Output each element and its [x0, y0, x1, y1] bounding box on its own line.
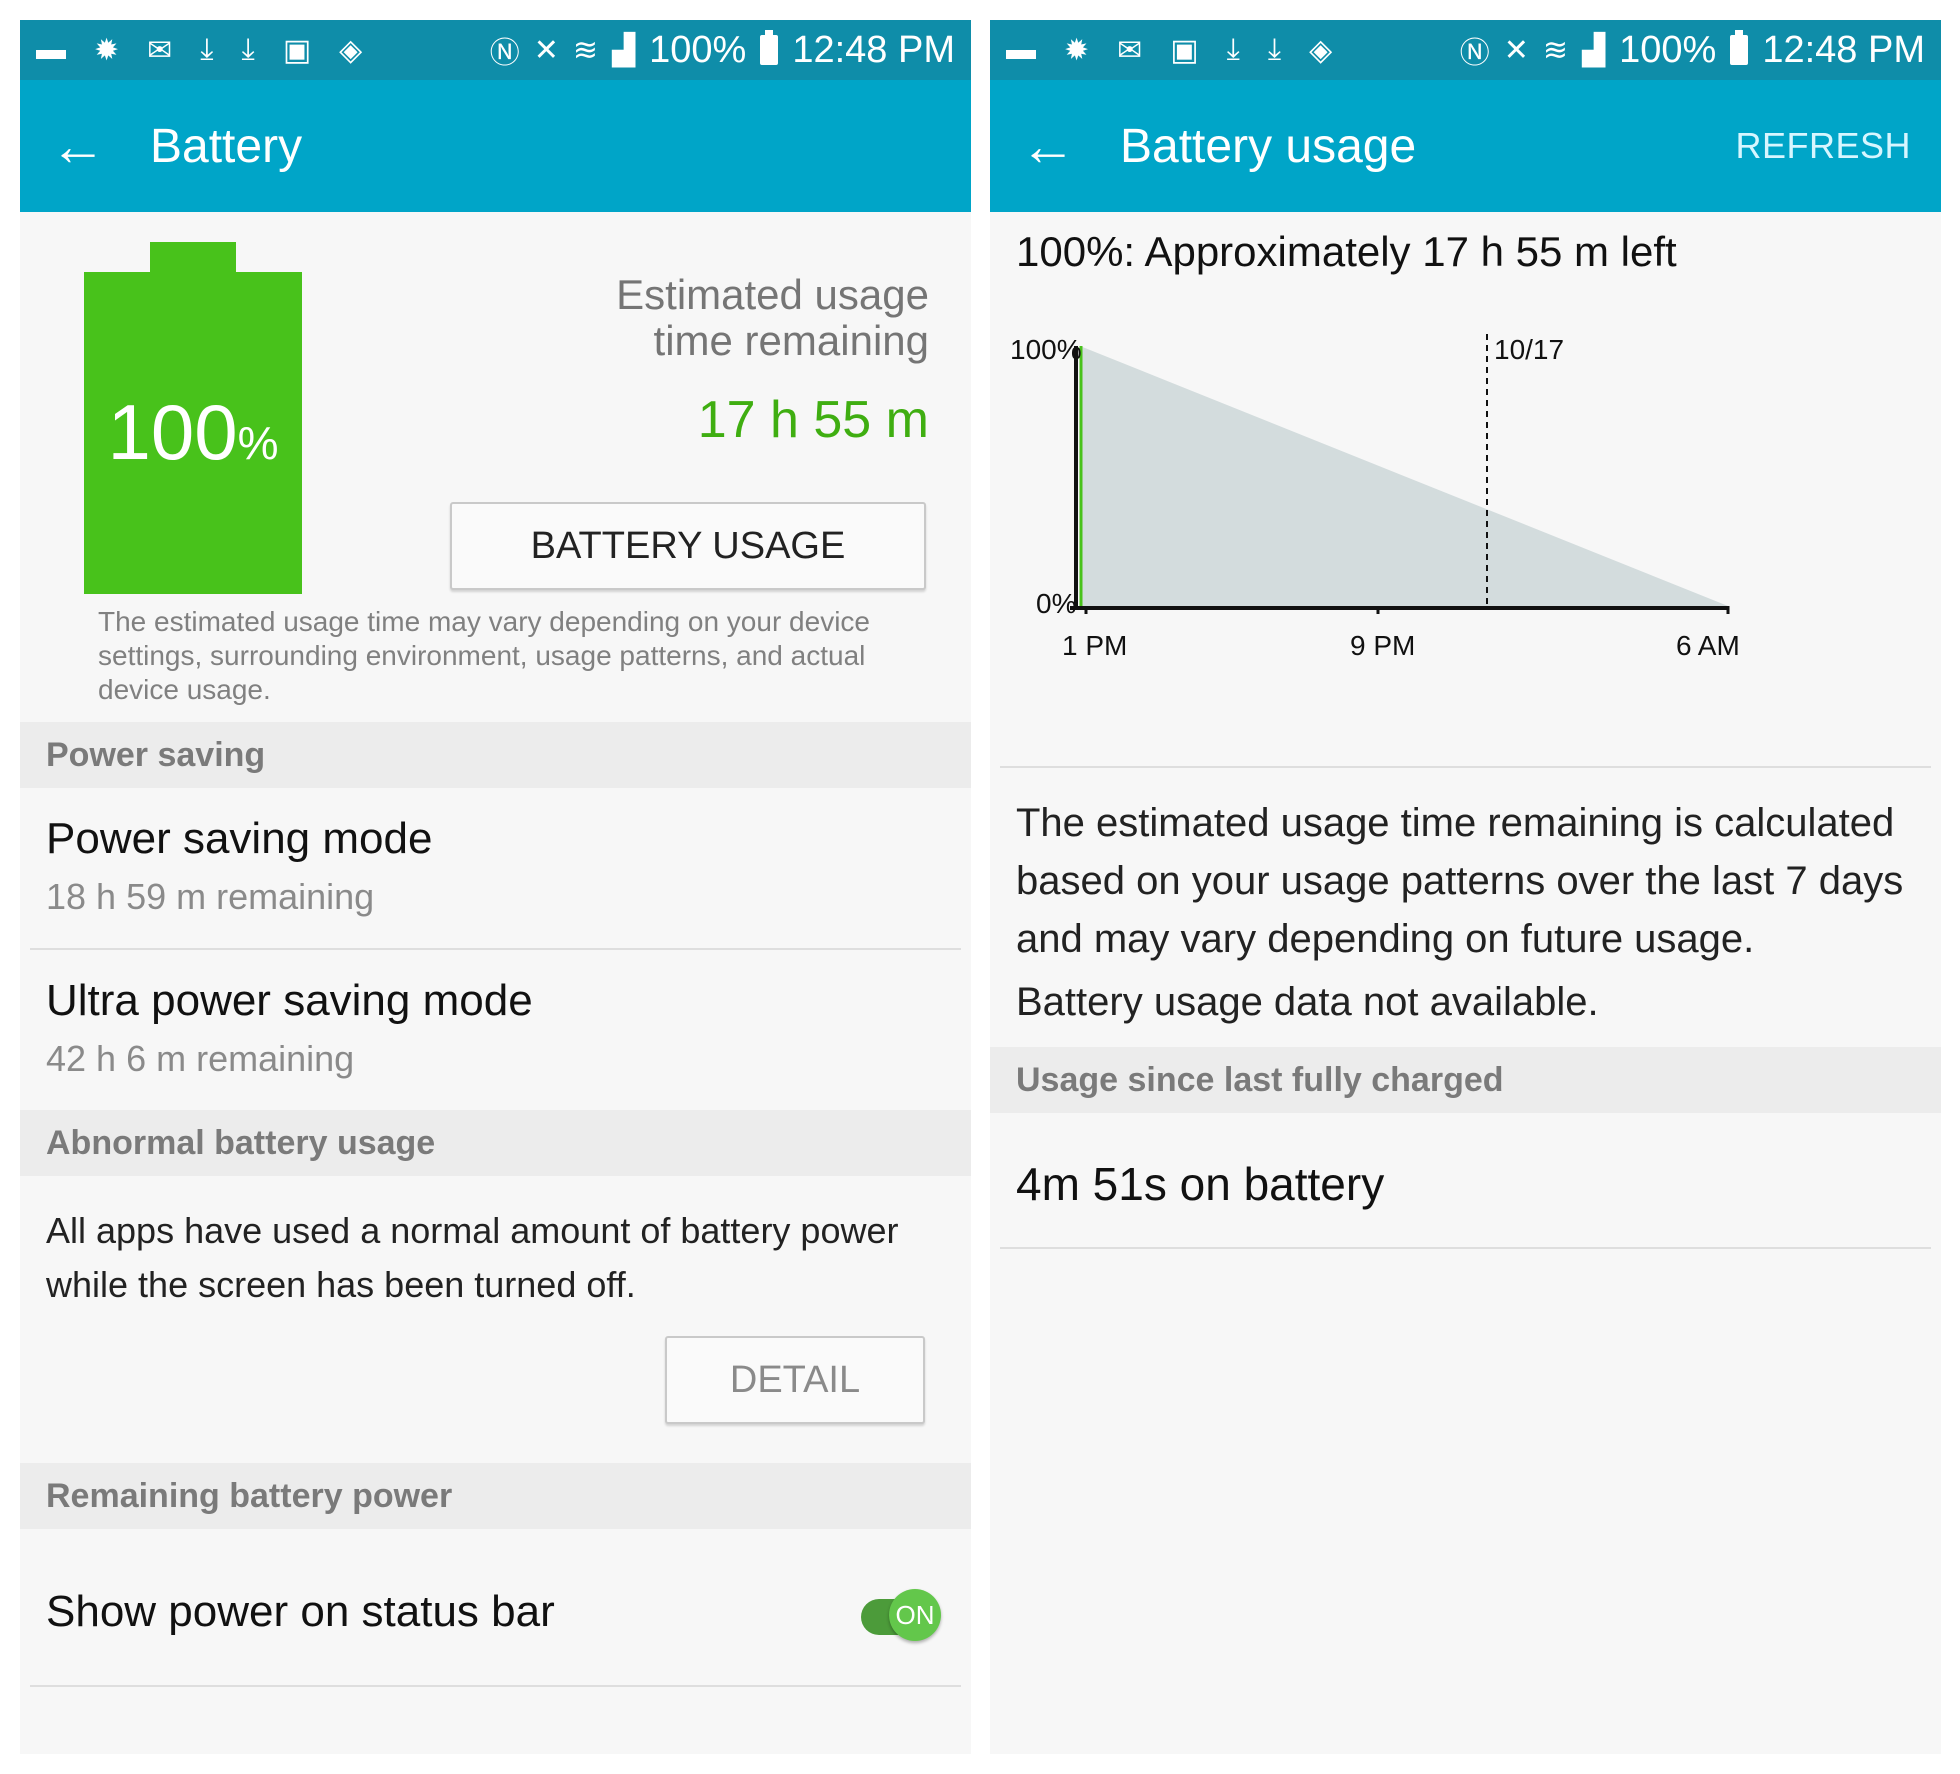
- battery-graphic-cap: [150, 242, 236, 274]
- section-abnormal-battery-usage: Abnormal battery usage: [20, 1110, 971, 1176]
- clock: 12:48 PM: [1762, 28, 1925, 71]
- ultra-power-saving-mode-title: Ultra power saving mode: [46, 976, 533, 1025]
- battery-forecast-area: [1080, 346, 1728, 606]
- vpn-icon: ◈: [339, 33, 363, 67]
- y-label-bottom: 0%: [1036, 588, 1077, 619]
- refresh-button[interactable]: REFRESH: [1735, 125, 1911, 167]
- app-bar: ← Battery usage REFRESH: [990, 80, 1941, 212]
- chat-icon: ▬: [36, 33, 66, 66]
- battery-usage-screen: ▬ ✹ ✉ ▣ ⤓ ⤓ ◈ Ⓝ ✕ ≋ ▟ 100% 12:48 PM ← Ba…: [990, 20, 1941, 1754]
- abnormal-usage-block: All apps have used a normal amount of ba…: [20, 1176, 971, 1463]
- battery-icon: [760, 30, 779, 65]
- ultra-power-saving-mode-remaining: 42 h 6 m remaining: [46, 1038, 355, 1079]
- estimated-usage-label: Estimated usage time remaining: [616, 271, 929, 364]
- battery-chart-svg: [1070, 334, 1730, 614]
- section-usage-since-charged: Usage since last fully charged: [990, 1047, 1941, 1113]
- download-icon: ⤓: [241, 33, 255, 66]
- y-label-top: 100%: [1010, 334, 1082, 365]
- usage-disclaimer: The estimated usage time may vary depend…: [98, 606, 870, 705]
- download-icon: ⤓: [1226, 33, 1240, 66]
- battery-usage-button[interactable]: BATTERY USAGE: [450, 502, 926, 590]
- power-saving-mode-title: Power saving mode: [46, 814, 433, 863]
- date-marker-label: 10/17: [1494, 334, 1565, 365]
- vpn-icon: ◈: [1309, 33, 1333, 67]
- show-power-label: Show power on status bar: [46, 1587, 555, 1636]
- chat-icon: ▬: [1006, 33, 1036, 66]
- back-arrow-icon[interactable]: ←: [50, 118, 106, 174]
- power-saving-mode-item[interactable]: Power saving mode 18 h 59 m remaining: [20, 788, 971, 948]
- show-power-toggle[interactable]: ON: [889, 1589, 941, 1641]
- download-icon: ⤓: [200, 33, 214, 66]
- wifi-icon: ≋: [1542, 33, 1569, 67]
- app-bar: ← Battery: [20, 80, 971, 212]
- mail-icon: ✉: [147, 33, 173, 67]
- wifi-icon: ≋: [572, 33, 599, 67]
- usage-data-status: Battery usage data not available.: [1016, 980, 1599, 1024]
- x-tick-label-9pm: 9 PM: [1350, 630, 1416, 661]
- signal-icon: ▟: [1582, 33, 1606, 67]
- download-icon: ⤓: [1267, 33, 1282, 66]
- x-tick-label-6am: 6 AM: [1676, 630, 1740, 661]
- brightness-icon: ✹: [1064, 33, 1090, 67]
- mute-icon: ✕: [533, 33, 559, 67]
- image-icon: ▣: [282, 33, 312, 67]
- brightness-icon: ✹: [94, 33, 120, 67]
- battery-level: 100%: [107, 388, 279, 476]
- estimated-usage-time: 17 h 55 m: [697, 391, 929, 449]
- detail-button[interactable]: DETAIL: [665, 1336, 925, 1424]
- back-arrow-icon[interactable]: ←: [1020, 118, 1076, 174]
- on-battery-duration: 4m 51s on battery: [1016, 1158, 1385, 1210]
- battery-percent: 100%: [649, 28, 747, 71]
- image-icon: ▣: [1170, 33, 1199, 67]
- ultra-power-saving-mode-item[interactable]: Ultra power saving mode 42 h 6 m remaini…: [20, 950, 971, 1110]
- section-remaining-battery-power: Remaining battery power: [20, 1463, 971, 1529]
- section-power-saving: Power saving: [20, 722, 971, 788]
- abnormal-usage-text: All apps have used a normal amount of ba…: [46, 1210, 899, 1305]
- status-bar: ▬ ✹ ✉ ▣ ⤓ ⤓ ◈ Ⓝ ✕ ≋ ▟ 100% 12:48 PM: [990, 20, 1941, 80]
- battery-percent: 100%: [1619, 28, 1717, 71]
- nfc-icon: Ⓝ: [1459, 37, 1490, 70]
- nfc-icon: Ⓝ: [489, 37, 520, 70]
- divider: [1000, 1247, 1931, 1249]
- page-title: Battery: [150, 119, 303, 173]
- mail-icon: ✉: [1117, 33, 1143, 67]
- mute-icon: ✕: [1503, 33, 1529, 67]
- page-title: Battery usage: [1120, 119, 1417, 173]
- status-bar: ▬ ✹ ✉ ⤓ ⤓ ▣ ◈ Ⓝ ✕ ≋ ▟ 100% 12:48 PM: [20, 20, 971, 80]
- x-tick-label-1pm: 1 PM: [1062, 630, 1128, 661]
- power-saving-mode-remaining: 18 h 59 m remaining: [46, 876, 375, 917]
- chart-title: 100%: Approximately 17 h 55 m left: [1016, 228, 1677, 275]
- battery-chart: 100% 0% 10/17 1 PM 9 PM 6 AM: [990, 276, 1941, 766]
- clock: 12:48 PM: [792, 28, 955, 71]
- estimate-explanation: The estimated usage time remaining is ca…: [1016, 801, 1904, 961]
- divider: [30, 1685, 961, 1687]
- battery-summary: 100% Estimated usage time remaining 17 h…: [20, 212, 971, 722]
- battery-screen: ▬ ✹ ✉ ⤓ ⤓ ▣ ◈ Ⓝ ✕ ≋ ▟ 100% 12:48 PM ← Ba…: [20, 20, 971, 1754]
- signal-icon: ▟: [612, 33, 636, 67]
- battery-icon: [1730, 30, 1749, 65]
- show-power-row[interactable]: Show power on status bar ON: [20, 1529, 971, 1685]
